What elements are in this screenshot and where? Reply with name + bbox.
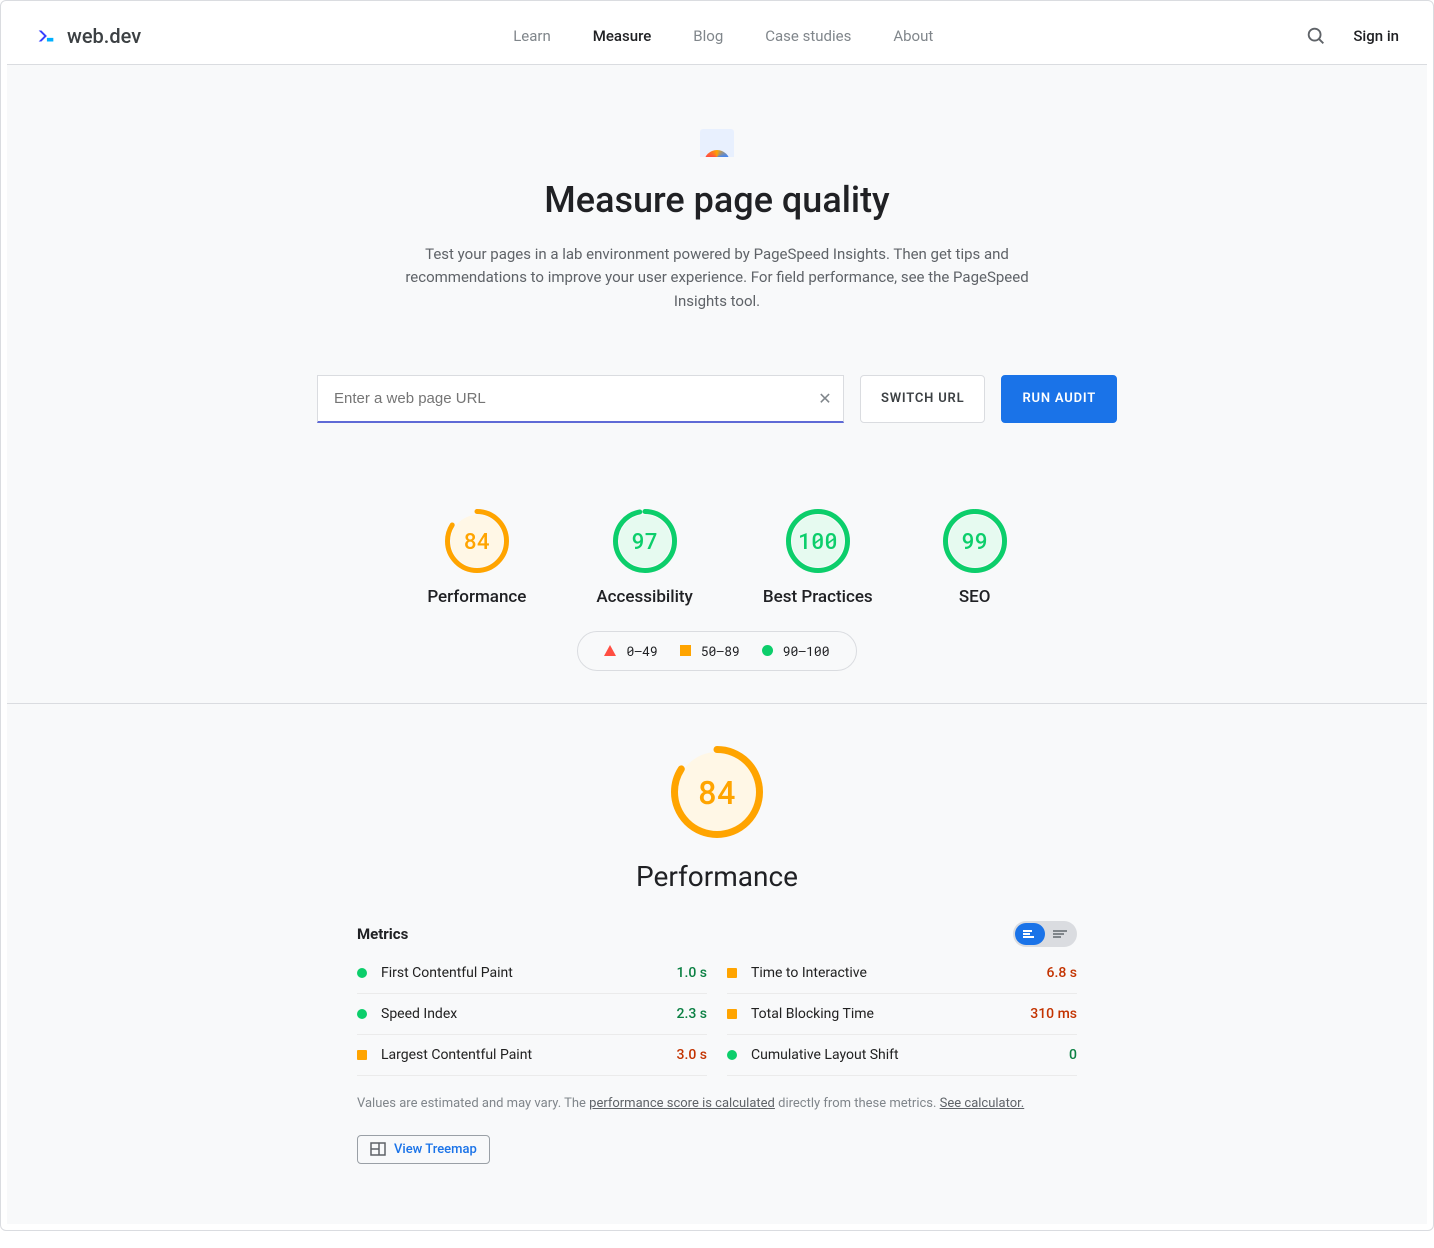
metric-name: Time to Interactive — [751, 965, 1047, 981]
gauge: 99 — [943, 509, 1007, 573]
page-subtitle: Test your pages in a lab environment pow… — [387, 243, 1047, 313]
metric-row: First Contentful Paint 1.0 s — [357, 953, 707, 994]
gauge-label: SEO — [959, 587, 991, 607]
treemap-icon — [370, 1142, 386, 1156]
gauge: 97 — [613, 509, 677, 573]
main-nav: Learn Measure Blog Case studies About — [513, 27, 933, 45]
see-calculator-link[interactable]: See calculator. — [940, 1096, 1025, 1111]
metric-value: 6.8 s — [1047, 965, 1078, 981]
toggle-right — [1045, 923, 1075, 945]
nav-case-studies[interactable]: Case studies — [765, 27, 851, 45]
metric-row: Speed Index 2.3 s — [357, 994, 707, 1035]
gauge-hero-icon — [700, 129, 734, 157]
status-dot — [727, 968, 737, 978]
metric-name: Total Blocking Time — [751, 1006, 1030, 1022]
nav-measure[interactable]: Measure — [593, 27, 652, 45]
metrics-note: Values are estimated and may vary. The p… — [357, 1096, 1077, 1111]
gauge: 100 — [786, 509, 850, 573]
status-dot — [727, 1009, 737, 1019]
gauge-performance[interactable]: 84 Performance — [427, 509, 526, 607]
metric-name: Cumulative Layout Shift — [751, 1047, 1069, 1063]
brand-name: web.dev — [67, 24, 141, 48]
nav-blog[interactable]: Blog — [693, 27, 723, 45]
url-input[interactable] — [318, 376, 807, 421]
legend-poor: 0–49 — [626, 642, 657, 660]
metric-value: 2.3 s — [677, 1006, 708, 1022]
metric-name: Largest Contentful Paint — [381, 1047, 677, 1063]
status-dot — [357, 1050, 367, 1060]
signin-link[interactable]: Sign in — [1353, 27, 1399, 45]
status-dot — [357, 968, 367, 978]
status-dot — [357, 1009, 367, 1019]
score-calc-link[interactable]: performance score is calculated — [589, 1096, 775, 1111]
metric-value: 310 ms — [1030, 1006, 1077, 1022]
gauge-best-practices[interactable]: 100 Best Practices — [763, 509, 873, 607]
site-logo[interactable]: web.dev — [35, 24, 141, 48]
metrics-heading: Metrics — [357, 925, 408, 943]
metric-value: 3.0 s — [677, 1047, 708, 1063]
metrics-view-toggle[interactable] — [1013, 921, 1077, 947]
gauge: 84 — [671, 746, 763, 838]
view-treemap-button[interactable]: View Treemap — [357, 1135, 490, 1164]
square-icon — [680, 645, 691, 656]
performance-heading: Performance — [636, 860, 798, 893]
nav-about[interactable]: About — [893, 27, 933, 45]
circle-icon — [762, 645, 773, 656]
clear-input-icon[interactable]: ✕ — [807, 389, 843, 408]
metric-name: Speed Index — [381, 1006, 677, 1022]
gauge-label: Best Practices — [763, 587, 873, 607]
page-title: Measure page quality — [317, 179, 1117, 221]
metric-row: Cumulative Layout Shift 0 — [727, 1035, 1077, 1076]
legend-med: 50–89 — [701, 642, 740, 660]
run-audit-button[interactable]: RUN AUDIT — [1001, 375, 1117, 423]
gauge: 84 — [445, 509, 509, 573]
webdev-logo-icon — [35, 25, 57, 47]
score-legend: 0–49 50–89 90–100 — [577, 631, 856, 671]
gauge-label: Performance — [427, 587, 526, 607]
nav-learn[interactable]: Learn — [513, 27, 551, 45]
search-icon[interactable] — [1305, 25, 1327, 47]
metric-row: Total Blocking Time 310 ms — [727, 994, 1077, 1035]
metric-value: 0 — [1069, 1047, 1077, 1063]
url-field[interactable]: ✕ — [317, 375, 844, 423]
status-dot — [727, 1050, 737, 1060]
gauge-seo[interactable]: 99 SEO — [943, 509, 1007, 607]
metric-value: 1.0 s — [677, 965, 708, 981]
metric-row: Time to Interactive 6.8 s — [727, 953, 1077, 994]
gauge-accessibility[interactable]: 97 Accessibility — [596, 509, 693, 607]
metric-row: Largest Contentful Paint 3.0 s — [357, 1035, 707, 1076]
toggle-left — [1015, 923, 1045, 945]
triangle-icon — [604, 645, 616, 656]
switch-url-button[interactable]: SWITCH URL — [860, 375, 985, 423]
metric-name: First Contentful Paint — [381, 965, 677, 981]
gauge-label: Accessibility — [596, 587, 693, 607]
legend-good: 90–100 — [783, 642, 830, 660]
score-gauges-row: 84 Performance 97 Accessibility 100 Best… — [7, 509, 1427, 607]
